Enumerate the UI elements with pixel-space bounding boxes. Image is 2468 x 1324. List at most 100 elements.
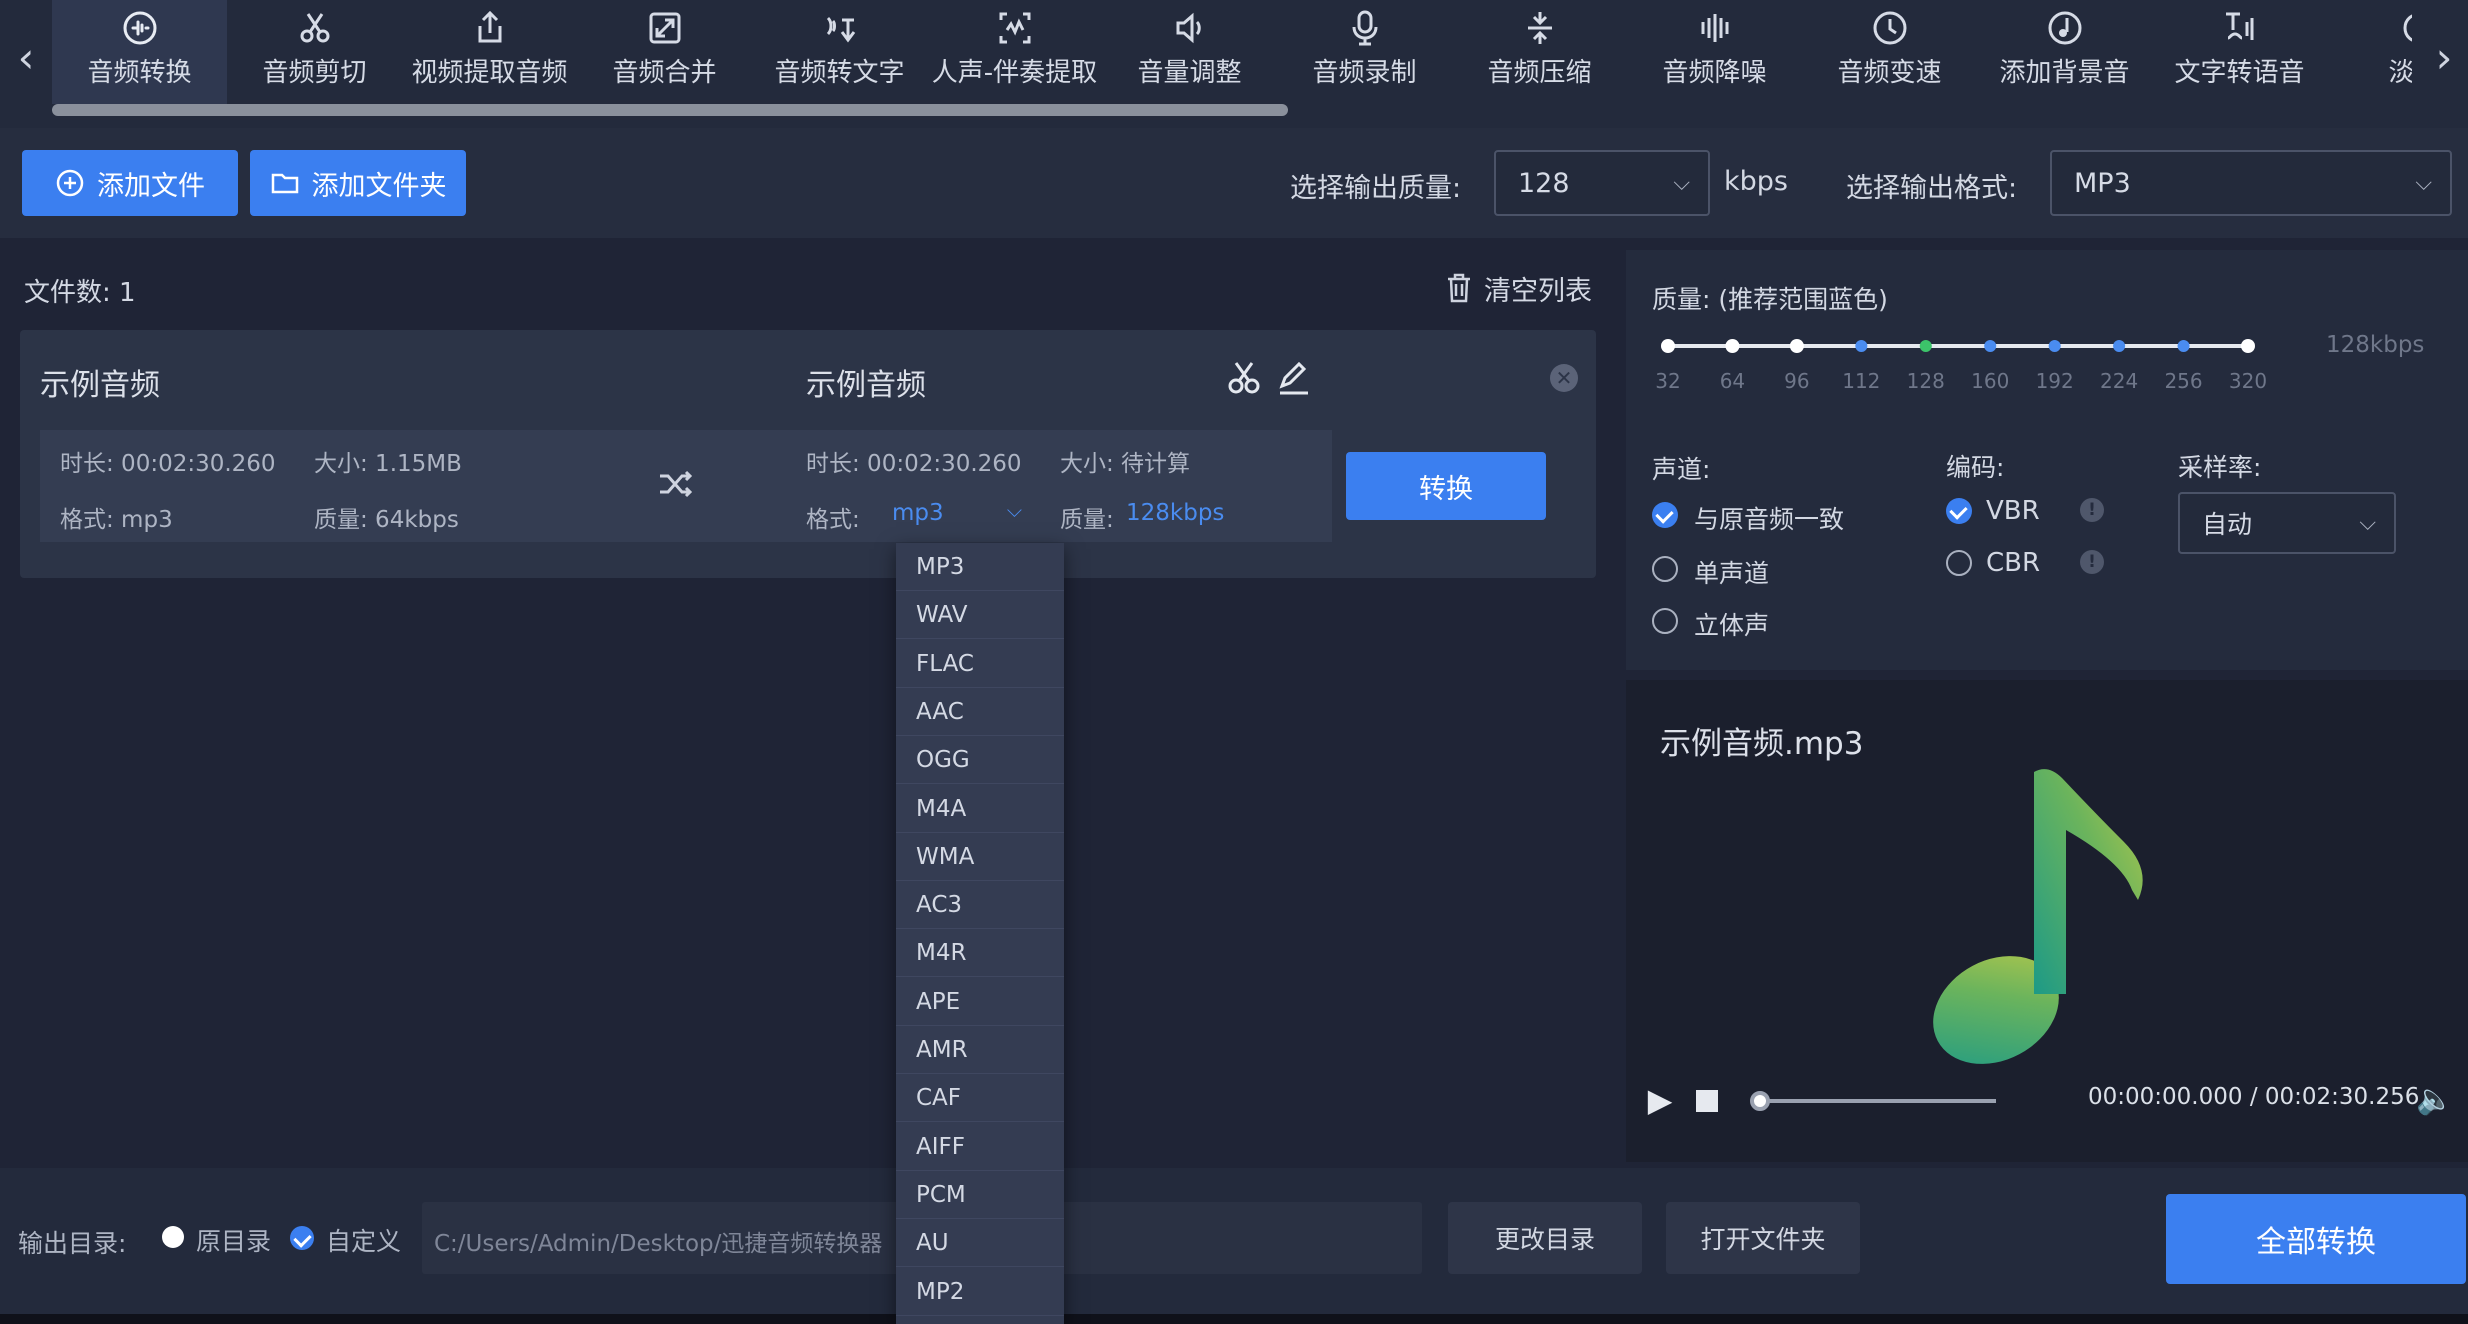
format-option-ogg[interactable]: OGG	[896, 736, 1064, 785]
stop-icon[interactable]	[1696, 1090, 1718, 1112]
quality-tick-label: 160	[1971, 369, 2009, 393]
output-quality-select[interactable]: 128 ⌵	[1494, 150, 1710, 216]
encoding-option-label: VBR	[1986, 496, 2040, 526]
radio-button	[290, 1226, 314, 1250]
convert-button[interactable]: 转换	[1346, 452, 1546, 520]
quality-tick-dot[interactable]	[2241, 339, 2255, 353]
text-to-speech-icon	[2152, 8, 2327, 52]
format-option-au[interactable]: AU	[896, 1219, 1064, 1268]
quality-tick-dot[interactable]	[1789, 339, 1804, 353]
tab-audio-convert[interactable]: 音频转换	[52, 0, 227, 104]
info-icon[interactable]: !	[2080, 498, 2104, 522]
quality-tick-label: 32	[1655, 369, 1680, 393]
format-option-wma[interactable]: WMA	[896, 833, 1064, 881]
scroll-right-icon[interactable]: ›	[2424, 28, 2464, 88]
output-option-label: 原目录	[196, 1227, 272, 1256]
tab-volume-adjust[interactable]: 音量调整	[1102, 0, 1277, 104]
remove-file-icon[interactable]: ✕	[1550, 364, 1578, 392]
tab-audio-compress[interactable]: 音频压缩	[1452, 0, 1627, 104]
quality-tick-dot[interactable]	[1919, 340, 1932, 352]
tab-audio-cut[interactable]: 音频剪切	[227, 0, 402, 104]
quality-tick-dot[interactable]	[1984, 340, 1997, 352]
merge-icon	[577, 8, 752, 52]
sample-rate-select[interactable]: 自动 ⌵	[2178, 492, 2396, 554]
tab-label: 文字转语音	[2174, 58, 2305, 88]
file-card: 示例音频 示例音频 ✕ 时长: 00:02:30.260 大小: 1.15MB …	[20, 330, 1596, 578]
change-dir-button[interactable]: 更改目录	[1448, 1202, 1642, 1274]
tab-add-background-music[interactable]: 添加背景音	[1977, 0, 2152, 104]
output-quality-value: 128	[1518, 167, 1570, 199]
format-option-aac[interactable]: AAC	[896, 688, 1064, 736]
format-option-ac3[interactable]: AC3	[896, 881, 1064, 930]
quality-tick-dot[interactable]	[2113, 340, 2126, 352]
output-quality-label: 质量:	[1060, 507, 1114, 533]
add-file-button[interactable]: 添加文件	[22, 150, 238, 216]
trash-icon	[1448, 273, 1470, 303]
open-folder-button[interactable]: 打开文件夹	[1666, 1202, 1860, 1274]
denoise-icon	[1627, 8, 1802, 52]
play-icon[interactable]: ▶	[1640, 1080, 1680, 1120]
tab-audio-to-text[interactable]: 音频转文字	[752, 0, 927, 104]
compress-icon	[1452, 8, 1627, 52]
quality-tick-label: 96	[1784, 369, 1809, 393]
format-option-mp3[interactable]: MP3	[896, 543, 1064, 591]
format-select-label: 选择输出格式:	[1846, 173, 2018, 204]
playback-progress-bar[interactable]	[1756, 1099, 1996, 1103]
top-toolbar: ‹ 音频转换 音频剪切 视频提取音频 音频合并 音频转文字 人声-伴奏提取 音量…	[0, 0, 2468, 128]
output-dir-label: 输出目录:	[18, 1229, 127, 1258]
convert-all-button[interactable]: 全部转换	[2166, 1194, 2466, 1284]
channel-option-label: 立体声	[1694, 611, 1770, 640]
info-icon[interactable]: !	[2080, 550, 2104, 574]
output-format-dropdown[interactable]: mp3 ⌵	[892, 496, 1022, 530]
channel-option-stereo[interactable]: 立体声	[1652, 604, 1912, 640]
format-option-m4r[interactable]: M4R	[896, 929, 1064, 978]
quality-tick-dot[interactable]	[1725, 339, 1740, 353]
output-option-custom[interactable]: 自定义	[290, 1220, 420, 1256]
format-option-flac[interactable]: FLAC	[896, 640, 1064, 688]
output-quality-current[interactable]: 128kbps	[1126, 500, 1224, 526]
tab-audio-denoise[interactable]: 音频降噪	[1627, 0, 1802, 104]
file-count: 文件数: 1	[24, 272, 136, 309]
tab-audio-merge[interactable]: 音频合并	[577, 0, 752, 104]
tab-text-to-speech[interactable]: 文字转语音	[2152, 0, 2327, 104]
channel-option-mono[interactable]: 单声道	[1652, 552, 1912, 588]
tab-video-extract-audio[interactable]: 视频提取音频	[402, 0, 577, 104]
scissors-icon	[227, 8, 402, 52]
edit-icon[interactable]	[1276, 360, 1312, 396]
format-option-pcm[interactable]: PCM	[896, 1171, 1064, 1219]
volume-icon[interactable]: 🔈	[2416, 1082, 2453, 1117]
tab-scrollbar[interactable]	[52, 104, 1288, 116]
tab-label: 音频合并	[612, 58, 717, 88]
add-circle-icon	[56, 169, 84, 197]
quality-tick-dot[interactable]	[1855, 340, 1868, 352]
format-option-amr[interactable]: AMR	[896, 1026, 1064, 1074]
format-option-wav[interactable]: WAV	[896, 591, 1064, 640]
playback-progress-handle[interactable]	[1750, 1091, 1770, 1111]
tab-vocal-extract[interactable]: 人声-伴奏提取	[927, 0, 1102, 104]
format-option-caf[interactable]: CAF	[896, 1074, 1064, 1123]
tab-fade[interactable]: 淡入	[2327, 0, 2412, 104]
tab-audio-record[interactable]: 音频录制	[1277, 0, 1452, 104]
channel-option-original[interactable]: 与原音频一致	[1652, 498, 1912, 534]
quality-tick-dot[interactable]	[2048, 340, 2061, 352]
format-option-ape[interactable]: APE	[896, 978, 1064, 1026]
output-duration: 时长: 00:02:30.260	[806, 451, 1022, 477]
scroll-left-icon[interactable]: ‹	[6, 28, 46, 88]
output-option-original[interactable]: 原目录	[162, 1220, 282, 1256]
output-format-current: mp3	[892, 500, 944, 526]
file-count-value: 1	[119, 278, 136, 308]
format-option-mp2[interactable]: MP2	[896, 1268, 1064, 1316]
add-folder-button[interactable]: 添加文件夹	[250, 150, 466, 216]
output-format-select[interactable]: MP3 ⌵	[2050, 150, 2452, 216]
convert-all-label: 全部转换	[2256, 1225, 2376, 1260]
tab-audio-speed[interactable]: 音频变速	[1802, 0, 1977, 104]
clear-list-button[interactable]: 清空列表	[1444, 268, 1592, 308]
quality-tick-dot[interactable]	[1661, 339, 1675, 353]
format-option-m4a[interactable]: M4A	[896, 785, 1064, 833]
output-file-name: 示例音频	[806, 368, 926, 403]
preview-file-name: 示例音频.mp3	[1660, 726, 1864, 762]
format-option-aiff[interactable]: AIFF	[896, 1123, 1064, 1171]
quality-tick-dot[interactable]	[2177, 340, 2190, 352]
scissors-icon[interactable]	[1226, 360, 1262, 396]
audio-preview: 示例音频.mp3 ▶ 00:00:00.000 / 00:02:30.256 🔈	[1626, 680, 2468, 1162]
